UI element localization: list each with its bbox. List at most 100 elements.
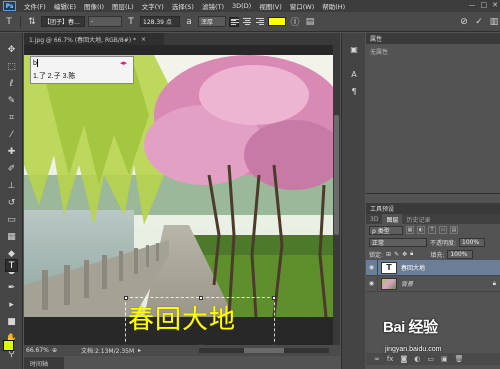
text-orientation-icon[interactable]: ⇅ [26,16,38,28]
healing-tool-icon[interactable]: ✚ [5,145,18,158]
layer-kind-filter[interactable]: ρ 类型 [369,225,403,235]
menu-bar: Ps 文件(F) 编辑(E) 图像(I) 图层(L) 文字(Y) 选择(S) 滤… [0,0,500,12]
ime-input: b [33,59,38,67]
font-family-select[interactable]: 【团子】春… [41,16,85,27]
timeline-tab[interactable]: 时间轴 [24,357,64,369]
lock-paint-icon[interactable]: ✎ [394,251,399,258]
scrollbar-thumb[interactable] [334,115,339,235]
filter-shape-icon[interactable]: ▭ [439,226,447,234]
menu-layer[interactable]: 图层(L) [108,1,138,11]
lock-label: 锁定: [369,251,384,259]
menu-3d[interactable]: 3D(D) [228,2,255,10]
lock-move-icon[interactable]: ✥ [402,251,407,258]
zoom-level[interactable]: 66.67% [24,347,52,354]
vertical-scrollbar[interactable] [333,45,340,345]
filter-smart-icon[interactable]: ▤ [450,226,458,234]
3d-text-icon[interactable]: ▥ [488,16,500,28]
visibility-eye-icon[interactable]: ◉ [366,260,378,275]
blend-mode-select[interactable]: 正常 [369,237,427,247]
commit-icon[interactable]: ✓ [473,16,485,28]
filter-adjust-icon[interactable]: ◐ [417,226,425,234]
tools-panel: ✥ ⬚ ℓ ✎ ⌗ ⁄ ✚ ✐ ⊥ ↺ ▭ ▦ ◆ ● ✒ T ▸ ■ ✋ ⚲ [0,33,23,369]
layer-name[interactable]: 春回大地 [401,263,425,272]
paragraph-panel-icon[interactable]: ¶ [348,85,360,97]
character-panel-icon[interactable]: ▤ [304,16,316,28]
info-icon[interactable]: ⊕ [52,347,57,354]
filter-pixel-icon[interactable]: ▦ [406,226,414,234]
layer-name[interactable]: 背景 [401,279,413,288]
document-tab-title: 1.jpg @ 66.7% (春回大地, RGB/8#) * [29,36,136,44]
type-tool-icon[interactable]: T [5,259,18,272]
maximize-button[interactable]: □ [481,1,488,9]
tool-presets-header[interactable]: 工具预设 [366,203,500,214]
visibility-eye-icon[interactable]: ◉ [366,276,378,291]
pen-tool-icon[interactable]: ✒ [5,281,18,294]
text-tool-preset-icon[interactable]: T [3,16,15,28]
layer-row[interactable]: ◉ 背景 🔒︎ [366,276,500,292]
menu-window[interactable]: 窗口(W) [286,1,319,11]
canvas-text-layer[interactable]: 春回大地 [128,299,236,336]
path-select-tool-icon[interactable]: ▸ [5,298,18,311]
scrollbar-thumb[interactable] [244,348,284,353]
align-left-icon[interactable] [229,16,239,27]
align-center-icon[interactable] [242,17,252,27]
foreground-color-swatch[interactable] [3,340,14,351]
menu-type[interactable]: 文字(Y) [138,1,168,11]
close-tab-icon[interactable]: × [141,36,146,43]
menu-select[interactable]: 选择(S) [168,1,198,11]
shape-tool-icon[interactable]: ■ [5,315,18,328]
menu-help[interactable]: 帮助(H) [318,1,349,11]
resize-handle[interactable] [272,296,276,300]
canvas-area[interactable]: 春回大地 [24,45,340,348]
tab-history[interactable]: 历史记录 [402,214,434,224]
crop-tool-icon[interactable]: ⌗ [5,111,18,124]
lasso-tool-icon[interactable]: ℓ [5,77,18,90]
minimize-button[interactable]: — [469,1,476,9]
quick-select-tool-icon[interactable]: ✎ [5,94,18,107]
menu-view[interactable]: 视图(V) [255,1,286,11]
window-controls: — □ ✕ [469,1,499,9]
lock-all-icon[interactable]: 🔒︎ [410,250,413,258]
history-brush-tool-icon[interactable]: ↺ [5,196,18,209]
link-layers-icon[interactable]: ∞ [374,355,380,363]
document-tab[interactable]: 1.jpg @ 66.7% (春回大地, RGB/8#) * × [24,33,164,45]
font-size-field[interactable]: 128.39 点 [140,16,180,27]
ime-candidates[interactable]: 1.了 2.子 3.陈 [33,71,75,81]
text-color-swatch[interactable] [268,17,286,26]
move-tool-icon[interactable]: ✥ [5,43,18,56]
layer-row[interactable]: ◉ T 春回大地 [366,260,500,276]
stamp-tool-icon[interactable]: ⊥ [5,179,18,192]
menu-file[interactable]: 文件(F) [20,1,50,11]
menu-edit[interactable]: 编辑(E) [50,1,80,11]
canvas-photo [24,55,334,317]
marquee-tool-icon[interactable]: ⬚ [5,60,18,73]
antialias-select[interactable]: 浑厚 [198,16,226,27]
tab-layers[interactable]: 图层 [382,214,403,224]
lock-pixels-icon[interactable]: ⊞ [386,251,391,258]
opacity-field[interactable]: 100% [459,237,486,247]
ime-page-indicator[interactable]: ◂▸ [120,59,127,67]
horizontal-scrollbar[interactable] [199,348,329,353]
cancel-icon[interactable]: ⊘ [458,16,470,28]
character-panel-icon[interactable]: A [348,68,360,80]
menu-image[interactable]: 图像(I) [80,1,108,11]
warp-text-icon[interactable]: Ⓘ [289,16,301,28]
menu-filter[interactable]: 滤镜(T) [198,1,228,11]
image-layer-thumbnail [381,277,397,290]
tab-3d[interactable]: 3D [366,214,382,224]
status-menu-icon[interactable]: ▸ [138,347,141,354]
document-info[interactable]: 文档:2.13M/2.35M [81,346,134,355]
align-right-icon[interactable] [255,17,265,27]
eraser-tool-icon[interactable]: ▭ [5,213,18,226]
filter-type-icon[interactable]: T [428,226,436,234]
gradient-tool-icon[interactable]: ▦ [5,230,18,243]
fill-field[interactable]: 100% [447,249,474,259]
eyedropper-tool-icon[interactable]: ⁄ [5,128,18,141]
properties-panel-header[interactable]: 属性 [366,33,500,44]
separator [20,15,21,28]
properties-title: 属性 [370,36,383,43]
close-window-button[interactable]: ✕ [492,1,498,9]
brush-tool-icon[interactable]: ✐ [5,162,18,175]
color-panel-icon[interactable]: ▣ [348,43,360,55]
font-style-select[interactable]: - [88,16,122,27]
